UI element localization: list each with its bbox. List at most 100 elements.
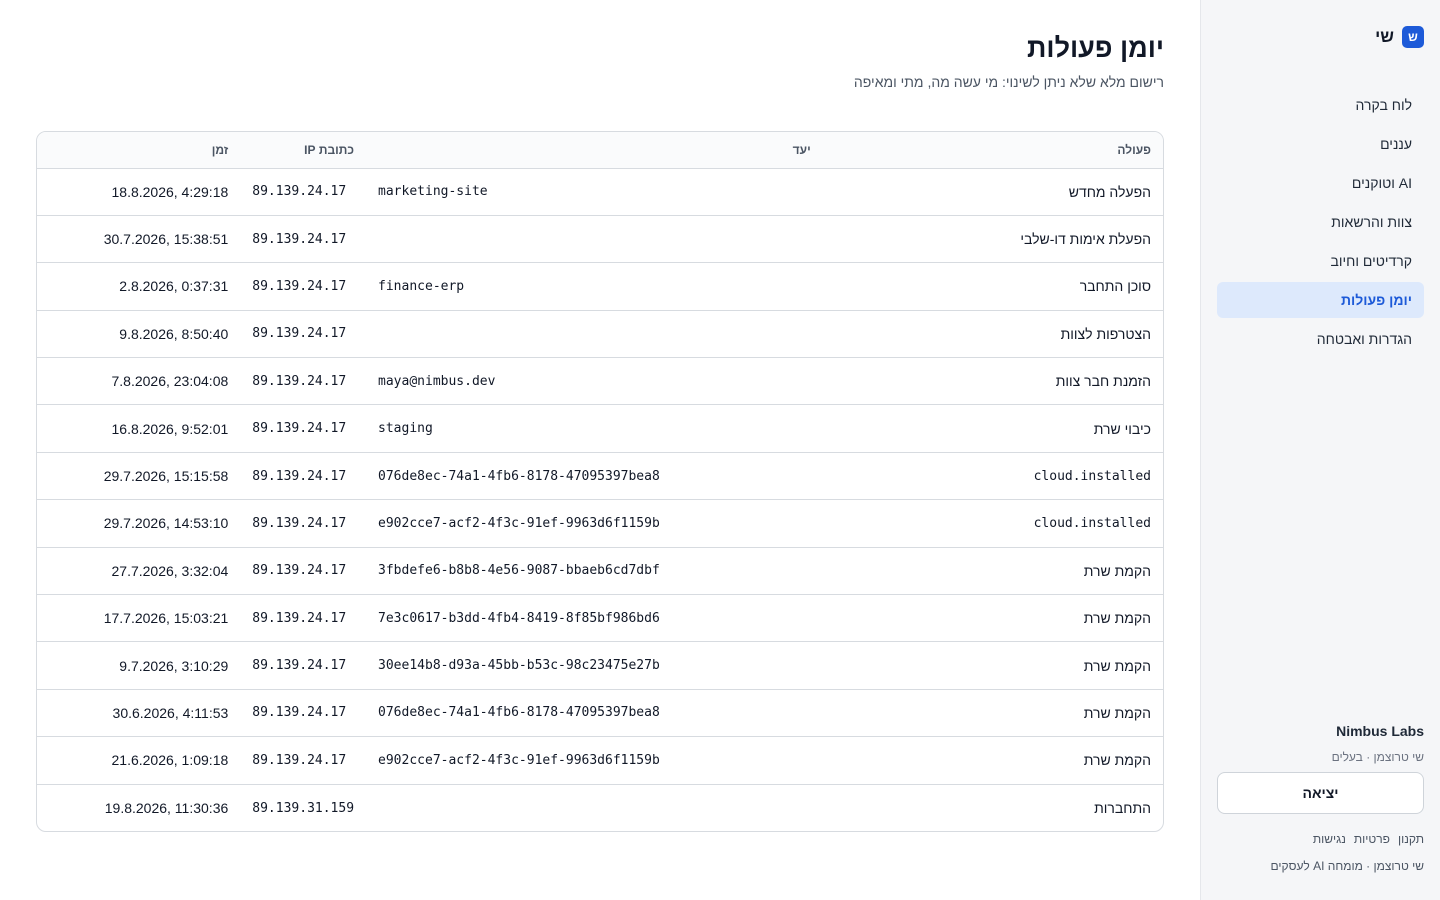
column-header-action: פעולה	[1117, 142, 1151, 157]
time-cell: 7.8.2026, 23:04:08	[111, 373, 229, 390]
target-cell: 076de8ec-74a1-4fb6-8178-47095397bea8	[378, 468, 660, 484]
target-cell: 30ee14b8-d93a-45bb-b53c-98c23475e27b	[378, 658, 660, 674]
table-row: הקמת שרת e902cce7-acf2-4f3c-91ef-9963d6f1…	[37, 737, 1163, 785]
target-cell: staging	[378, 421, 433, 437]
activity-log-table: פעולה יעד כתובת IP זמן הפעלה מחדש marketi…	[36, 131, 1164, 833]
ip-cell: 89.139.24.17	[252, 705, 347, 721]
ip-cell: 89.139.24.17	[252, 752, 347, 768]
ip-cell: 89.139.24.17	[252, 468, 347, 484]
action-cell: הפעלת אימות דו-שלבי	[1020, 231, 1151, 248]
ip-cell: 89.139.24.17	[252, 231, 347, 247]
sidebar-item-settings-security[interactable]: הגדרות ואבטחה	[1217, 321, 1424, 357]
page-subtitle: רישום מלא שלא ניתן לשינוי: מי עשה מה, מת…	[853, 74, 1164, 90]
ip-cell: 89.139.31.159	[252, 800, 355, 816]
time-cell: 29.7.2026, 14:53:10	[103, 515, 229, 532]
time-cell: 17.7.2026, 15:03:21	[103, 610, 229, 627]
sidebar-item-clouds[interactable]: עננים	[1217, 126, 1424, 162]
ip-cell: 89.139.24.17	[252, 421, 347, 437]
sidebar-item-label: AI וטוקנים	[1351, 175, 1412, 191]
footer-link-terms[interactable]: תקנון	[1398, 832, 1424, 846]
target-cell: e902cce7-acf2-4f3c-91ef-9963d6f1159b	[378, 515, 660, 531]
sidebar: ש שי לוח בקרה עננים AI וטוקנים צוות והרש…	[1200, 0, 1440, 900]
table-body: הפעלה מחדש marketing-site 89.139.24.17 18.8…	[37, 168, 1163, 831]
action-cell: כיבוי שרת	[1093, 420, 1151, 437]
target-cell	[366, 784, 823, 831]
column-header-time: זמן	[211, 142, 229, 157]
table-row: התחברות 89.139.31.159 19.8.2026, 11:30:36	[37, 784, 1163, 831]
footer-credit: שי טרוצמן · מומחה AI לעסקים	[1270, 859, 1424, 873]
target-cell	[366, 215, 823, 262]
target-cell: 3fbdefe6-b8b8-4e56-9087-bbaeb6cd7dbf	[378, 563, 660, 579]
table-row: הזמנת חבר צוות maya@nimbus.dev 89.139.24.1…	[37, 358, 1163, 405]
brand-name: שי	[1375, 27, 1394, 46]
action-cell: סוכן התחבר	[1079, 278, 1151, 295]
page-title: יומן פעולות	[1027, 33, 1164, 63]
table-row: הקמת שרת 076de8ec-74a1-4fb6-8178-47095397…	[37, 689, 1163, 737]
sidebar-item-dashboard[interactable]: לוח בקרה	[1217, 87, 1424, 123]
ip-cell: 89.139.24.17	[252, 326, 347, 342]
action-cell: הזמנת חבר צוות	[1055, 373, 1151, 390]
action-cell: הפעלה מחדש	[1068, 183, 1151, 200]
user-role: שי טרוצמן · בעלים	[1331, 750, 1424, 764]
table-row: הקמת שרת 30ee14b8-d93a-45bb-b53c-98c23475…	[37, 642, 1163, 690]
brand-logo: ש	[1402, 26, 1424, 48]
action-cell: הצטרפות לצוות	[1060, 325, 1151, 342]
logout-button[interactable]: יציאה	[1217, 772, 1424, 814]
time-cell: 16.8.2026, 9:52:01	[111, 420, 229, 437]
action-cell: cloud.installed	[1033, 515, 1151, 531]
table-header-row: פעולה יעד כתובת IP זמן	[37, 132, 1163, 168]
footer-link-privacy[interactable]: פרטיות	[1354, 832, 1390, 846]
action-cell: הקמת שרת	[1083, 704, 1151, 721]
sidebar-item-label: צוות והרשאות	[1331, 214, 1412, 230]
table-row: הקמת שרת 7e3c0617-b3dd-4fb4-8419-8f85bf98…	[37, 595, 1163, 642]
target-cell: e902cce7-acf2-4f3c-91ef-9963d6f1159b	[378, 752, 660, 768]
brand[interactable]: ש שי	[1375, 26, 1424, 48]
target-cell: marketing-site	[378, 184, 488, 200]
target-cell: 076de8ec-74a1-4fb6-8178-47095397bea8	[378, 705, 660, 721]
sidebar-item-label: הגדרות ואבטחה	[1316, 331, 1412, 347]
action-cell: הקמת שרת	[1083, 610, 1151, 627]
time-cell: 9.7.2026, 3:10:29	[119, 657, 229, 674]
action-cell: הקמת שרת	[1083, 657, 1151, 674]
sidebar-item-label: יומן פעולות	[1340, 292, 1412, 308]
table-row: הפעלת אימות דו-שלבי 89.139.24.17 30.7.2026…	[37, 215, 1163, 263]
sidebar-item-label: לוח בקרה	[1355, 97, 1412, 113]
ip-cell: 89.139.24.17	[252, 278, 347, 294]
footer-link-accessibility[interactable]: נגישות	[1313, 832, 1346, 846]
sidebar-item-credits-billing[interactable]: קרדיטים וחיוב	[1217, 243, 1424, 279]
footer-links: תקנון פרטיות נגישות	[1313, 832, 1424, 846]
column-header-target: יעד	[792, 142, 811, 157]
target-cell	[366, 310, 823, 357]
ip-cell: 89.139.24.17	[252, 515, 347, 531]
sidebar-item-activity-log[interactable]: יומן פעולות	[1217, 282, 1424, 318]
time-cell: 29.7.2026, 15:15:58	[103, 468, 229, 485]
ip-cell: 89.139.24.17	[252, 373, 347, 389]
action-cell: התחברות	[1094, 800, 1151, 817]
time-cell: 30.6.2026, 4:11:53	[112, 704, 229, 721]
time-cell: 18.8.2026, 4:29:18	[111, 183, 229, 200]
time-cell: 27.7.2026, 3:32:04	[111, 562, 229, 579]
sidebar-item-label: קרדיטים וחיוב	[1330, 253, 1412, 269]
time-cell: 9.8.2026, 8:50:40	[119, 325, 229, 342]
action-cell: הקמת שרת	[1083, 562, 1151, 579]
table-row: הקמת שרת 3fbdefe6-b8b8-4e56-9087-bbaeb6cd…	[37, 547, 1163, 595]
target-cell: maya@nimbus.dev	[378, 373, 496, 389]
ip-cell: 89.139.24.17	[252, 563, 347, 579]
ip-cell: 89.139.24.17	[252, 658, 347, 674]
table-row: סוכן התחבר finance-erp 89.139.24.17 2.8.202…	[37, 263, 1163, 311]
sidebar-item-ai-tokens[interactable]: AI וטוקנים	[1217, 165, 1424, 201]
table-row: cloud.installed e902cce7-acf2-4f3c-91ef-9…	[37, 500, 1163, 548]
table-row: cloud.installed 076de8ec-74a1-4fb6-8178-4…	[37, 452, 1163, 500]
table-row: הפעלה מחדש marketing-site 89.139.24.17 18.8…	[37, 168, 1163, 216]
sidebar-nav: לוח בקרה עננים AI וטוקנים צוות והרשאות ק…	[1217, 87, 1424, 360]
action-cell: cloud.installed	[1033, 468, 1151, 484]
ip-cell: 89.139.24.17	[252, 610, 347, 626]
target-cell: 7e3c0617-b3dd-4fb4-8419-8f85bf986bd6	[378, 610, 660, 626]
time-cell: 30.7.2026, 15:38:51	[103, 231, 229, 248]
table-row: הצטרפות לצוות 89.139.24.17 9.8.2026, 8:50:…	[37, 310, 1163, 358]
table-row: כיבוי שרת staging 89.139.24.17 16.8.2026, 9…	[37, 405, 1163, 453]
org-name: Nimbus Labs	[1336, 723, 1424, 739]
sidebar-item-label: עננים	[1380, 136, 1412, 152]
action-cell: הקמת שרת	[1083, 752, 1151, 769]
sidebar-item-team-permissions[interactable]: צוות והרשאות	[1217, 204, 1424, 240]
